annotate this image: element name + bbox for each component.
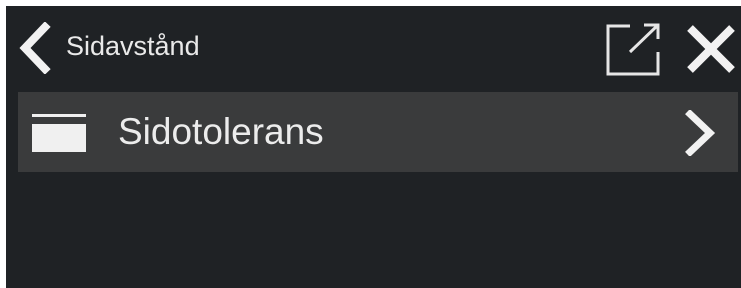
page-title: Sidavstånd [66, 31, 200, 61]
back-button[interactable] [14, 22, 54, 74]
page-edge-icon [30, 108, 88, 156]
menu-item-sidotolerans[interactable]: Sidotolerans [18, 92, 738, 172]
chevron-right-icon [680, 109, 720, 157]
menu-item-label: Sidotolerans [118, 111, 324, 152]
header-bar: Sidavstånd [6, 6, 741, 86]
chevron-left-icon [19, 22, 51, 74]
settings-panel: Sidavstånd Sidotolerans [6, 6, 741, 288]
popout-button[interactable] [604, 20, 662, 78]
close-icon [687, 25, 735, 73]
close-button[interactable] [684, 20, 738, 78]
external-link-icon [606, 23, 660, 76]
